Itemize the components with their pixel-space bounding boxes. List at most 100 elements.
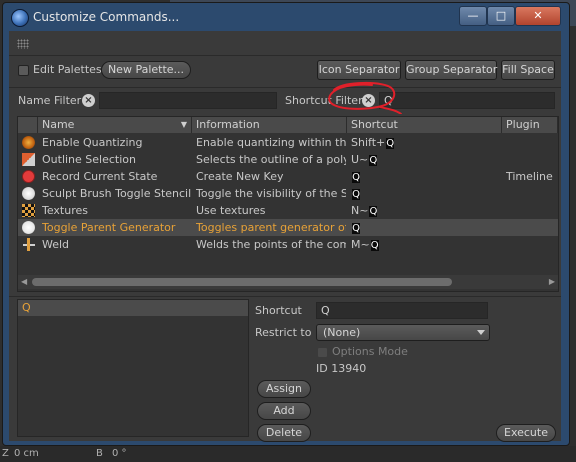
quantize-icon xyxy=(22,136,35,149)
shortcut-key: Q xyxy=(386,137,395,149)
cell-information: Create New Key xyxy=(196,170,284,183)
title-bar[interactable]: Customize Commands... — □ ✕ xyxy=(3,3,569,31)
divider xyxy=(9,87,561,88)
cell-information: Welds the points of the comp xyxy=(196,238,346,251)
shortcut-key: Q xyxy=(369,205,378,217)
cell-shortcut: Q xyxy=(351,219,501,236)
dialog-body: Edit Palettes New Palette... Icon Separa… xyxy=(9,31,561,442)
table-row[interactable]: Textures Use textures N~Q xyxy=(18,202,558,219)
shortcut-key: Q xyxy=(369,154,378,166)
shortcut-filter-input[interactable]: Q xyxy=(379,92,555,109)
table-row[interactable]: Sculpt Brush Toggle Stencil V Toggle the … xyxy=(18,185,558,202)
assign-button[interactable]: Assign xyxy=(257,380,311,398)
options-mode-label: Options Mode xyxy=(332,345,408,358)
cell-shortcut: U~Q xyxy=(351,151,501,168)
shortcut-modifier: U~ xyxy=(351,153,369,166)
column-header-name[interactable]: Name ▼ xyxy=(38,117,192,133)
window-title: Customize Commands... xyxy=(33,10,180,24)
restrict-to-label: Restrict to xyxy=(255,326,312,339)
cell-name: Weld xyxy=(42,238,70,251)
panel-grip-icon[interactable] xyxy=(17,39,29,49)
textures-icon xyxy=(22,204,35,217)
new-palette-button[interactable]: New Palette... xyxy=(101,61,191,79)
close-button[interactable]: ✕ xyxy=(515,6,561,26)
cell-plugin: Timeline xyxy=(506,170,553,183)
scrollbar-thumb[interactable] xyxy=(32,278,452,286)
cell-name: Textures xyxy=(42,204,88,217)
cell-shortcut: M~Q xyxy=(351,236,501,253)
cell-name: Sculpt Brush Toggle Stencil V xyxy=(42,187,192,200)
cell-name: Enable Quantizing xyxy=(42,136,143,149)
weld-icon xyxy=(22,238,35,251)
shortcut-modifier: M~ xyxy=(351,238,370,251)
restrict-to-select[interactable]: (None) xyxy=(316,324,490,341)
table-row[interactable]: Outline Selection Selects the outline of … xyxy=(18,151,558,168)
options-mode-checkbox[interactable] xyxy=(317,347,328,358)
clear-shortcut-filter-icon[interactable]: × xyxy=(362,94,375,107)
edit-palettes-checkbox[interactable] xyxy=(18,65,29,76)
record-icon xyxy=(22,170,35,183)
divider xyxy=(9,55,561,56)
table-row[interactable]: Enable Quantizing Enable quantizing withi… xyxy=(18,134,558,151)
outline-selection-icon xyxy=(22,153,35,166)
background-coordinate-bar: Z 0 cm B 0 ° xyxy=(0,446,576,462)
cell-shortcut: Q xyxy=(351,185,501,202)
coord-axis-label: B xyxy=(96,448,103,459)
cell-shortcut: Q xyxy=(351,168,501,185)
cell-information: Toggles parent generator of xyxy=(196,221,346,234)
column-header-icon[interactable] xyxy=(18,117,38,133)
clear-name-filter-icon[interactable]: × xyxy=(82,94,95,107)
icon-separator-button[interactable]: Icon Separator xyxy=(317,60,401,80)
table-row[interactable]: Toggle Parent Generator Toggles parent ge… xyxy=(18,219,558,236)
shortcut-key: Q xyxy=(352,188,360,200)
shortcut-key: Q xyxy=(352,222,360,234)
shortcut-filter-label: Shortcut Filter xyxy=(285,94,363,107)
fill-space-button[interactable]: Fill Space xyxy=(501,60,555,80)
table-row[interactable]: Weld Welds the points of the comp M~Q xyxy=(18,236,558,253)
cell-name: Outline Selection xyxy=(42,153,136,166)
cell-information: Use textures xyxy=(196,204,266,217)
execute-button[interactable]: Execute xyxy=(496,424,556,442)
list-item[interactable]: Q xyxy=(18,300,248,316)
commands-table: Name ▼ Information Shortcut Plugin Enabl… xyxy=(17,116,559,292)
coord-value[interactable]: 0 ° xyxy=(112,448,127,459)
edit-palettes-label: Edit Palettes xyxy=(33,63,102,76)
shortcut-label: Shortcut xyxy=(255,304,302,317)
scroll-right-icon[interactable]: ▶ xyxy=(549,277,555,286)
table-row[interactable]: Record Current State Create New Key Q Timel… xyxy=(18,168,558,185)
chevron-down-icon xyxy=(477,330,485,335)
column-header-plugin[interactable]: Plugin xyxy=(502,117,558,133)
assigned-shortcuts-list: Q xyxy=(17,299,249,437)
group-separator-button[interactable]: Group Separator xyxy=(405,60,497,80)
sort-arrow-icon: ▼ xyxy=(180,120,187,129)
command-id-text: ID 13940 xyxy=(316,362,367,375)
column-header-information[interactable]: Information xyxy=(192,117,347,133)
cell-information: Toggle the visibility of the Ste xyxy=(196,187,346,200)
add-button[interactable]: Add xyxy=(257,402,311,420)
cell-name: Record Current State xyxy=(42,170,158,183)
minimize-button[interactable]: — xyxy=(459,6,487,26)
shortcut-input[interactable]: Q xyxy=(316,302,488,319)
cell-information: Enable quantizing within the e xyxy=(196,136,346,149)
shortcut-key: Q xyxy=(370,239,379,251)
coord-value[interactable]: 0 cm xyxy=(14,448,39,459)
column-header-name-label: Name xyxy=(42,118,75,131)
shortcut-key: Q xyxy=(352,171,360,183)
parent-generator-icon xyxy=(22,221,35,234)
maximize-button[interactable]: □ xyxy=(487,6,515,26)
cell-shortcut: N~Q xyxy=(351,202,501,219)
cell-shortcut: Shift+Q xyxy=(351,134,501,151)
scroll-left-icon[interactable]: ◀ xyxy=(21,277,27,286)
name-filter-input[interactable] xyxy=(99,92,277,109)
coord-axis-label: Z xyxy=(2,448,9,459)
shortcut-modifier: N~ xyxy=(351,204,369,217)
column-header-shortcut[interactable]: Shortcut xyxy=(347,117,502,133)
shortcut-modifier: Shift+ xyxy=(351,136,386,149)
horizontal-scrollbar[interactable]: ◀ ▶ xyxy=(18,275,558,289)
cinema4d-app-icon xyxy=(11,9,29,27)
cell-name: Toggle Parent Generator xyxy=(42,221,176,234)
customize-commands-window: Customize Commands... — □ ✕ Edit Palette… xyxy=(2,2,570,446)
sculpt-stencil-icon xyxy=(22,187,35,200)
cell-information: Selects the outline of a polygo xyxy=(196,153,346,166)
delete-button[interactable]: Delete xyxy=(257,424,311,442)
